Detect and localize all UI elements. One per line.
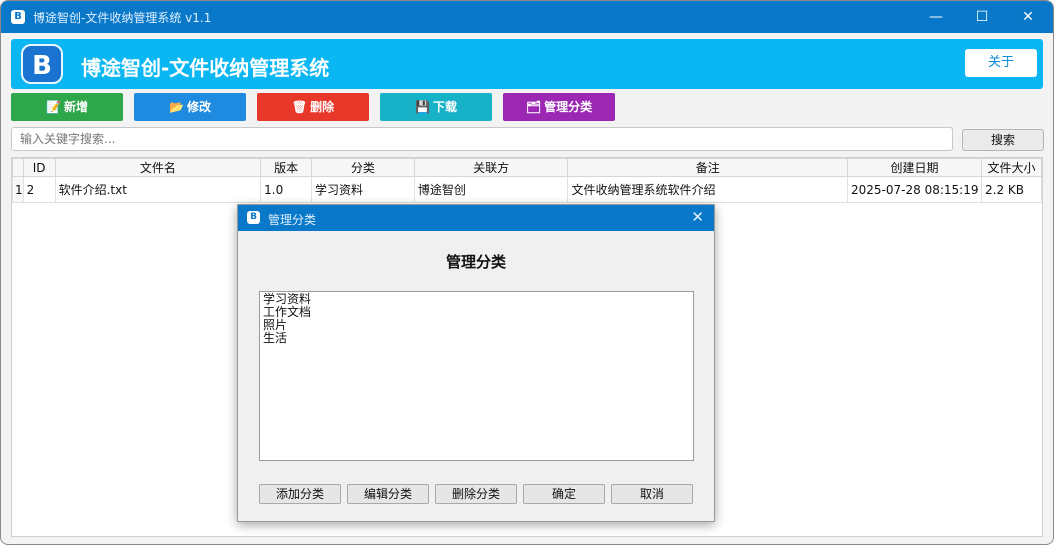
folder-icon: 📂 (169, 100, 184, 114)
cell-related-party: 博途智创 (413, 176, 569, 203)
category-icon: 🗂 (525, 100, 542, 114)
column-header-rownum[interactable] (12, 158, 24, 177)
category-list[interactable]: 学习资料 工作文档 照片 生活 (259, 291, 694, 461)
app-header: B 博途智创-文件收纳管理系统 关于 (11, 39, 1043, 89)
main-window: B 博途智创-文件收纳管理系统 v1.1 — ☐ ✕ B 博途智创-文件收纳管理… (0, 0, 1054, 545)
row-number: 1 (12, 176, 24, 203)
cell-category: 学习资料 (311, 176, 415, 203)
about-button[interactable]: 关于 (965, 49, 1037, 77)
minimize-button[interactable]: — (913, 1, 959, 33)
app-logo: B (21, 44, 63, 84)
cell-created-date: 2025-07-28 08:15:19 (847, 176, 982, 203)
dialog-app-icon: B (247, 211, 260, 224)
cancel-button[interactable]: 取消 (611, 484, 693, 504)
trash-icon: 🗑 (291, 100, 308, 114)
manage-category-dialog: B 管理分类 ✕ 管理分类 学习资料 工作文档 照片 生活 添加分类 编辑分类 … (237, 204, 715, 522)
dialog-heading: 管理分类 (445, 253, 506, 271)
cell-remark: 文件收纳管理系统软件介绍 (567, 176, 849, 203)
dialog-titlebar[interactable]: B 管理分类 ✕ (238, 205, 714, 231)
column-header-category[interactable]: 分类 (311, 158, 415, 177)
column-header-created-date[interactable]: 创建日期 (847, 158, 982, 177)
column-header-id[interactable]: ID (22, 158, 56, 177)
list-item[interactable]: 生活 (263, 332, 690, 345)
column-header-remark[interactable]: 备注 (567, 158, 849, 177)
ok-button[interactable]: 确定 (523, 484, 605, 504)
cell-file-size: 2.2 KB (981, 176, 1042, 203)
cell-filename: 软件介绍.txt (54, 176, 262, 203)
table-row[interactable]: 1 2 软件介绍.txt 1.0 学习资料 博途智创 文件收纳管理系统软件介绍 … (12, 176, 1042, 203)
delete-button-label: 删除 (310, 100, 335, 114)
app-title: 博途智创-文件收纳管理系统 (81, 56, 330, 80)
save-icon: 💾 (415, 100, 430, 114)
delete-button[interactable]: 🗑 删除 (257, 93, 369, 121)
delete-category-button[interactable]: 删除分类 (435, 484, 517, 504)
manage-category-button-label: 管理分类 (544, 100, 593, 114)
edit-button[interactable]: 📂 修改 (134, 93, 246, 121)
close-button[interactable]: ✕ (1005, 1, 1051, 33)
column-header-version[interactable]: 版本 (260, 158, 313, 177)
column-header-file-size[interactable]: 文件大小 (981, 158, 1042, 177)
column-header-filename[interactable]: 文件名 (54, 158, 262, 177)
add-button-label: 新增 (63, 100, 88, 114)
search-input[interactable] (11, 127, 953, 151)
list-item[interactable]: 工作文档 (263, 306, 690, 319)
table-header-row: ID 文件名 版本 分类 关联方 备注 创建日期 文件大小 (12, 158, 1042, 177)
add-category-button[interactable]: 添加分类 (259, 484, 341, 504)
list-item[interactable]: 学习资料 (263, 293, 690, 306)
download-button-label: 下载 (432, 100, 457, 114)
cell-id: 2 (22, 176, 56, 203)
app-icon: B (11, 10, 25, 24)
list-item[interactable]: 照片 (263, 319, 690, 332)
window-title: 博途智创-文件收纳管理系统 v1.1 (33, 11, 212, 25)
download-button[interactable]: 💾 下载 (380, 93, 492, 121)
edit-button-label: 修改 (186, 100, 211, 114)
search-button[interactable]: 搜索 (962, 129, 1044, 151)
edit-category-button[interactable]: 编辑分类 (347, 484, 429, 504)
column-header-related-party[interactable]: 关联方 (413, 158, 569, 177)
dialog-close-button[interactable]: ✕ (691, 208, 704, 226)
manage-category-button[interactable]: 🗂 管理分类 (503, 93, 615, 121)
add-file-icon: 📝 (46, 100, 61, 114)
maximize-button[interactable]: ☐ (959, 1, 1005, 33)
dialog-title: 管理分类 (268, 213, 317, 227)
add-button[interactable]: 📝 新增 (11, 93, 123, 121)
cell-version: 1.0 (260, 176, 313, 203)
window-titlebar[interactable]: B 博途智创-文件收纳管理系统 v1.1 — ☐ ✕ (1, 1, 1053, 33)
